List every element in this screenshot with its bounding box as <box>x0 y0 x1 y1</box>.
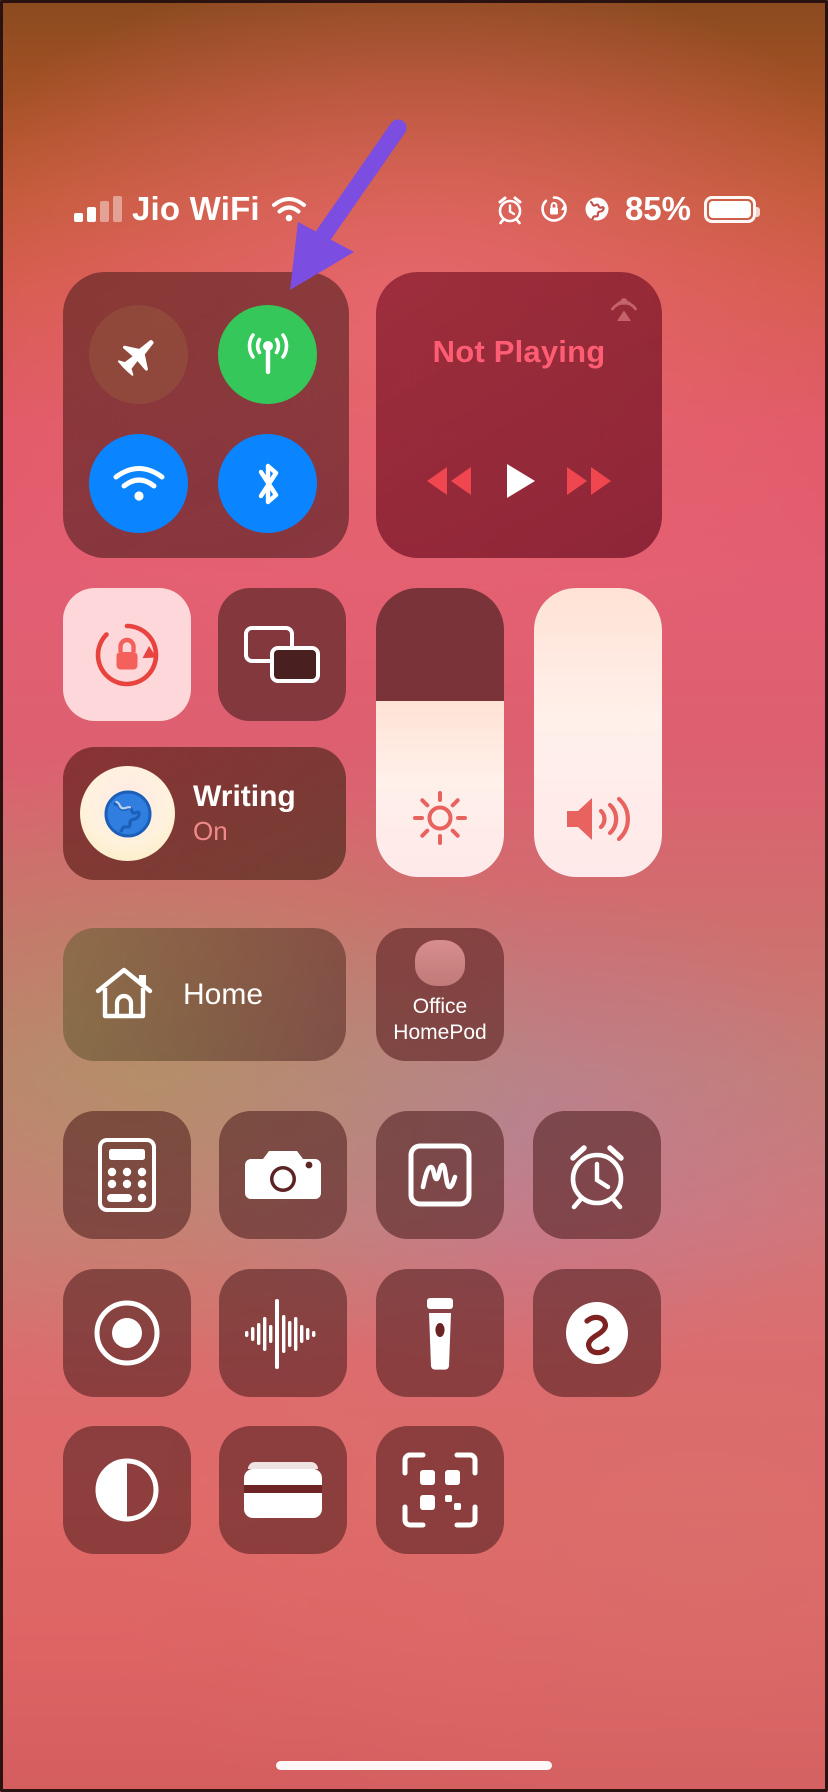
app-quick-note[interactable] <box>376 1111 504 1239</box>
cellular-signal-icon <box>74 196 122 222</box>
now-playing-module[interactable]: Not Playing <box>376 272 662 558</box>
focus-mode-tile[interactable]: Writing On <box>63 747 346 880</box>
flashlight-icon <box>420 1294 460 1372</box>
shazam-icon <box>559 1295 635 1371</box>
cellular-data-toggle[interactable] <box>218 305 317 404</box>
globe-location-icon <box>582 194 612 224</box>
homepod-tile[interactable]: Office HomePod <box>376 928 504 1061</box>
focus-title: Writing <box>193 780 296 813</box>
qr-code-scanner-icon <box>401 1451 479 1529</box>
homepod-label-line2: HomePod <box>393 1021 487 1044</box>
wifi-toggle[interactable] <box>89 434 188 533</box>
status-bar: Jio WiFi 85% <box>0 181 828 237</box>
airplane-icon <box>114 330 164 380</box>
app-calculator[interactable] <box>63 1111 191 1239</box>
globe-emoji-icon <box>80 766 175 861</box>
brightness-sun-icon <box>409 787 471 849</box>
home-app-tile[interactable]: Home <box>63 928 346 1061</box>
app-wallet[interactable] <box>219 1426 347 1554</box>
screen-record-icon <box>90 1296 164 1370</box>
control-center-screen: Jio WiFi 85% Not Playing Writing On Home… <box>0 0 828 1792</box>
alarm-clock-icon <box>560 1138 634 1212</box>
play-icon[interactable] <box>497 457 541 505</box>
app-sound-recognition[interactable] <box>219 1269 347 1397</box>
speaker-wave-icon <box>561 789 635 849</box>
app-screen-recording[interactable] <box>63 1269 191 1397</box>
airplane-mode-toggle[interactable] <box>89 305 188 404</box>
home-indicator[interactable] <box>276 1761 552 1770</box>
alarm-clock-icon <box>494 193 526 225</box>
fast-forward-icon[interactable] <box>558 460 620 502</box>
media-transport-controls <box>376 457 662 505</box>
app-flashlight[interactable] <box>376 1269 504 1397</box>
carrier-label: Jio WiFi <box>132 190 260 227</box>
app-camera[interactable] <box>219 1111 347 1239</box>
rewind-icon[interactable] <box>418 460 480 502</box>
rotation-lock-toggle[interactable] <box>63 588 191 721</box>
status-bar-right: 85% <box>494 181 760 237</box>
volume-slider[interactable] <box>534 588 662 877</box>
app-alarm[interactable] <box>533 1111 661 1239</box>
rotation-lock-icon <box>63 588 191 721</box>
bluetooth-icon <box>250 457 286 511</box>
cellular-antenna-icon <box>241 328 295 382</box>
camera-icon <box>243 1143 323 1207</box>
focus-text: Writing On <box>193 780 296 847</box>
wifi-icon <box>270 195 308 223</box>
home-house-icon <box>93 964 155 1026</box>
calculator-icon <box>96 1137 158 1213</box>
rotation-lock-icon <box>539 194 569 224</box>
bluetooth-toggle[interactable] <box>218 434 317 533</box>
airplay-audio-icon[interactable] <box>604 286 644 326</box>
app-code-scanner[interactable] <box>376 1426 504 1554</box>
homepod-label: Office HomePod <box>393 994 486 1046</box>
focus-state: On <box>193 816 228 846</box>
wifi-icon <box>111 463 167 505</box>
sound-recognition-icon <box>237 1287 329 1379</box>
quick-note-icon <box>407 1142 473 1208</box>
wallet-icon <box>241 1459 325 1521</box>
app-shazam[interactable] <box>533 1269 661 1397</box>
brightness-slider[interactable] <box>376 588 504 877</box>
app-dark-mode[interactable] <box>63 1426 191 1554</box>
homepod-speaker-icon <box>415 940 465 986</box>
homepod-label-line1: Office <box>412 995 468 1018</box>
home-label: Home <box>183 977 264 1011</box>
screen-mirroring-toggle[interactable] <box>218 588 346 721</box>
battery-full-icon <box>704 195 760 223</box>
connectivity-module[interactable] <box>63 272 349 558</box>
dark-mode-icon <box>91 1454 163 1526</box>
now-playing-title: Not Playing <box>432 334 606 369</box>
status-bar-left: Jio WiFi <box>74 181 308 237</box>
screen-mirroring-icon <box>218 588 346 721</box>
battery-percent-label: 85% <box>624 190 691 227</box>
